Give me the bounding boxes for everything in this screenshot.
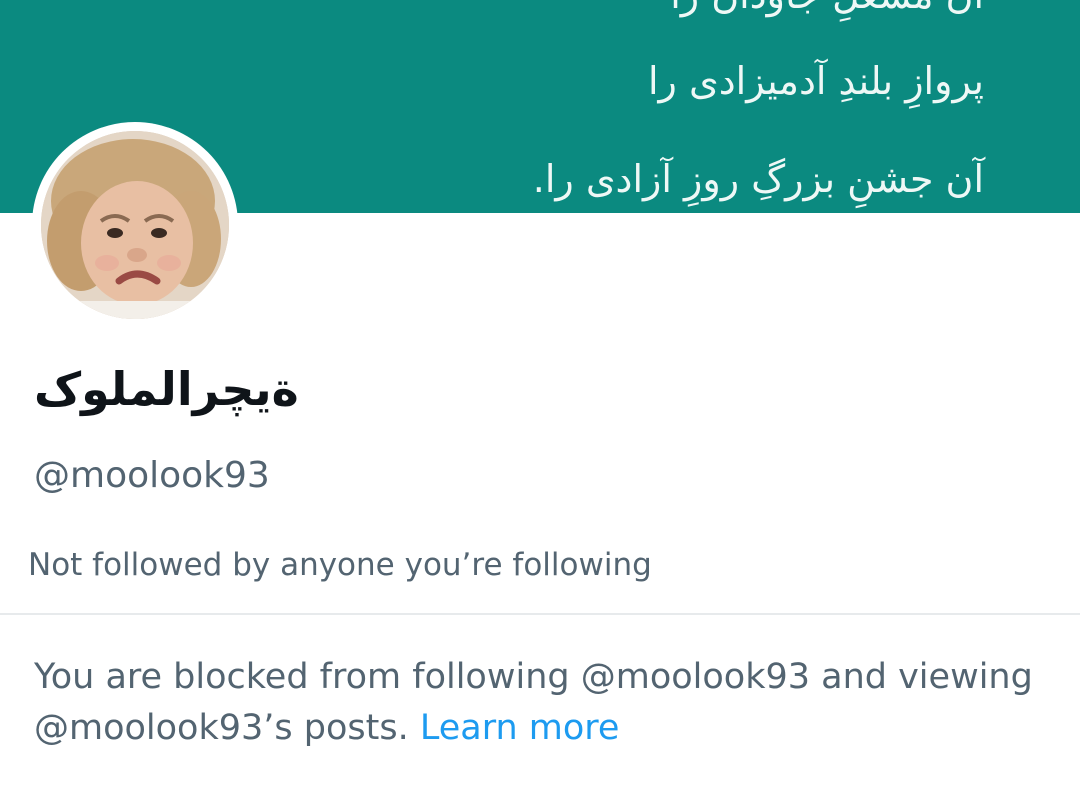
display-name: ةيچرالملوک <box>34 362 299 416</box>
banner-text-line: آن جشنِ بزرگِ روزِ آزادی را. <box>532 157 984 201</box>
user-handle: @moolook93 <box>34 455 270 496</box>
followed-by-text: Not followed by anyone you’re following <box>28 547 652 583</box>
divider <box>0 613 1080 615</box>
banner-text-line: آن مشعلِ جاودان را <box>670 0 984 14</box>
banner-text-line: پروازِ بلندِ آدمیزادی را <box>647 59 984 103</box>
learn-more-link[interactable]: Learn more <box>420 708 620 748</box>
avatar-illustration <box>41 131 229 319</box>
avatar-photo <box>41 131 229 319</box>
profile-page: آن مشعلِ جاودان را پروازِ بلندِ آدمیزادی… <box>0 0 1080 794</box>
avatar[interactable] <box>32 122 238 328</box>
blocked-notice: You are blocked from following @moolook9… <box>34 652 1044 754</box>
